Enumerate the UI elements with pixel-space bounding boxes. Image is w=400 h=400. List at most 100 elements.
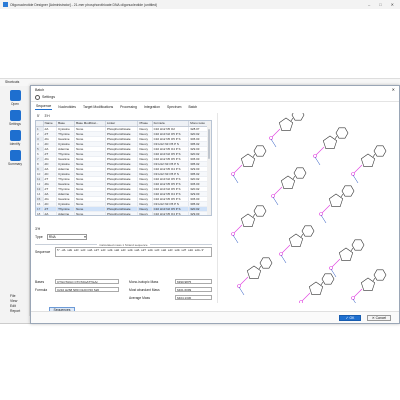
backbone-bond xyxy=(232,234,239,244)
minimize-icon[interactable]: – xyxy=(368,2,370,7)
strand-row: 3'H xyxy=(35,227,40,231)
table-row[interactable]: 18 dA Adenine None Phosphorothioate Deoxy C10 … xyxy=(36,211,211,215)
summary-icon xyxy=(9,150,21,161)
phosphate-bond xyxy=(233,164,243,174)
tab-batch[interactable]: Batch xyxy=(187,105,198,110)
backbone-bond xyxy=(238,286,245,296)
backbone-bond xyxy=(232,174,239,184)
tab-processing[interactable]: Processing xyxy=(119,105,138,110)
base-ring xyxy=(335,127,349,139)
grid-scrollbar[interactable] xyxy=(207,121,211,215)
phosphate-bond xyxy=(281,244,291,254)
bases-value: CTGCTAGC CTCTAGATTGAc xyxy=(55,279,119,284)
backbone-bond xyxy=(314,156,321,166)
structure-drawing xyxy=(231,113,387,303)
cell-linker: Phosphorothioate xyxy=(105,211,139,215)
rail-settings-label: Settings xyxy=(9,122,21,126)
glycosidic-bond xyxy=(320,281,324,286)
sequence-label: Sequence xyxy=(35,250,51,254)
average-mass-row: Average Mass 6404.1330 xyxy=(129,295,212,300)
glycosidic-bond xyxy=(258,265,262,270)
maximize-icon[interactable]: □ xyxy=(379,2,381,7)
close-icon[interactable]: ✕ xyxy=(391,2,394,7)
tab-spectrum[interactable]: Spectrum xyxy=(166,105,183,110)
backbone-bond xyxy=(320,214,327,224)
ok-button[interactable]: ✓ OK xyxy=(339,315,361,321)
rail-open-label: Open xyxy=(10,102,20,106)
base-ring xyxy=(301,225,315,237)
type-row: Type RNA ▾ xyxy=(35,234,87,240)
strand-tab-5[interactable]: 5' xyxy=(37,114,40,118)
base-ring xyxy=(293,167,307,179)
glycosidic-bond xyxy=(252,213,256,218)
abundant-mass-value: 6401.6099 xyxy=(175,287,212,292)
nucleotide-grid[interactable]: Name Base Base Modificat... Linker Phase… xyxy=(35,120,212,216)
sugar-ring xyxy=(288,233,304,247)
sugar-ring xyxy=(278,117,294,132)
app-title: Oligonucleotide Designer [Administrator]… xyxy=(10,2,158,7)
formula-row: Formula C210 H268 N80 O120 P20 S20 xyxy=(35,287,119,292)
phosphate-bond xyxy=(353,288,363,298)
glycosidic-bond xyxy=(350,247,354,252)
tab-sequence[interactable]: Sequence xyxy=(35,104,53,110)
glycosidic-bond xyxy=(372,277,376,282)
rail-summary-label: Summary xyxy=(7,162,23,166)
structure-viewer[interactable] xyxy=(217,113,397,303)
app-titlebar: Oligonucleotide Designer [Administrator]… xyxy=(0,0,400,9)
base-ring xyxy=(321,273,335,285)
backbone-bond xyxy=(330,268,337,278)
phosphate-bond xyxy=(315,146,325,156)
cancel-button[interactable]: ✕ Cancel xyxy=(367,315,391,321)
tab-nucleotides[interactable]: Nucleotides xyxy=(57,105,77,110)
settings-gear-icon xyxy=(35,94,40,100)
tab-integration[interactable]: Integration xyxy=(143,105,161,110)
rail-settings[interactable]: Settings xyxy=(7,110,23,126)
app-icon xyxy=(3,2,8,7)
backbone-bond xyxy=(272,196,279,206)
open-icon xyxy=(9,90,21,101)
rail-identify[interactable]: Identify xyxy=(7,130,23,146)
glycosidic-bond xyxy=(372,153,376,158)
cell-name: dA xyxy=(43,211,58,215)
type-label: Type xyxy=(35,235,43,239)
phosphate-bond xyxy=(301,292,311,302)
type-value: RNA xyxy=(48,235,56,239)
type-select[interactable]: RNA ▾ xyxy=(46,234,87,240)
dialog-footer: ✓ OK ✕ Cancel xyxy=(31,311,399,323)
sugar-ring xyxy=(338,247,354,261)
mono-mass-value: 6390.9875 xyxy=(175,279,212,284)
rail-summary[interactable]: Summary xyxy=(7,150,23,166)
glycosidic-bond xyxy=(300,233,304,238)
chevron-down-icon: ▾ xyxy=(84,235,86,239)
sugar-ring xyxy=(360,153,376,168)
phosphate-bond xyxy=(271,128,281,138)
phosphate-bond xyxy=(239,276,249,286)
identify-icon xyxy=(9,130,21,141)
base-ring xyxy=(341,185,355,197)
abundant-mass-label: Most abundant Mass xyxy=(129,287,160,292)
glycosidic-bond xyxy=(292,175,296,180)
glycosidic-bond xyxy=(340,193,344,198)
sequence-group: Calculated mass 1 Strand sequence Sequen… xyxy=(35,242,212,275)
base-ring xyxy=(259,257,273,269)
abundant-mass-row: Most abundant Mass 6401.6099 xyxy=(129,287,212,292)
link-report[interactable]: Report xyxy=(10,309,20,314)
sugar-ring xyxy=(240,153,256,168)
bottom-links: File View Edit Report xyxy=(10,294,20,314)
gear-icon xyxy=(9,110,21,121)
phosphate-atom xyxy=(299,300,303,303)
average-mass-label: Average Mass xyxy=(129,295,151,300)
phosphate-bond xyxy=(331,258,341,268)
base-ring xyxy=(291,113,305,121)
tab-target-modifications[interactable]: Target Modifications xyxy=(82,105,114,110)
sequence-field[interactable]: 5'-dA sdG sdC sdC sdA sdT sdC sdG sdA sd… xyxy=(55,247,212,257)
strand-tab-3[interactable]: 3'H xyxy=(45,114,50,118)
rail-open[interactable]: Open xyxy=(7,90,23,106)
strand-tabs: 5' 3'H xyxy=(35,113,213,119)
sequence-panel: 5' 3'H Name Base Base Modificat... Linke… xyxy=(35,113,213,313)
phosphate-bond xyxy=(233,224,243,234)
phosphate-bond xyxy=(353,164,363,174)
sugar-ring xyxy=(240,213,256,227)
dialog-close-icon[interactable]: ✕ xyxy=(392,87,399,92)
dialog-title: Batch xyxy=(35,87,45,92)
